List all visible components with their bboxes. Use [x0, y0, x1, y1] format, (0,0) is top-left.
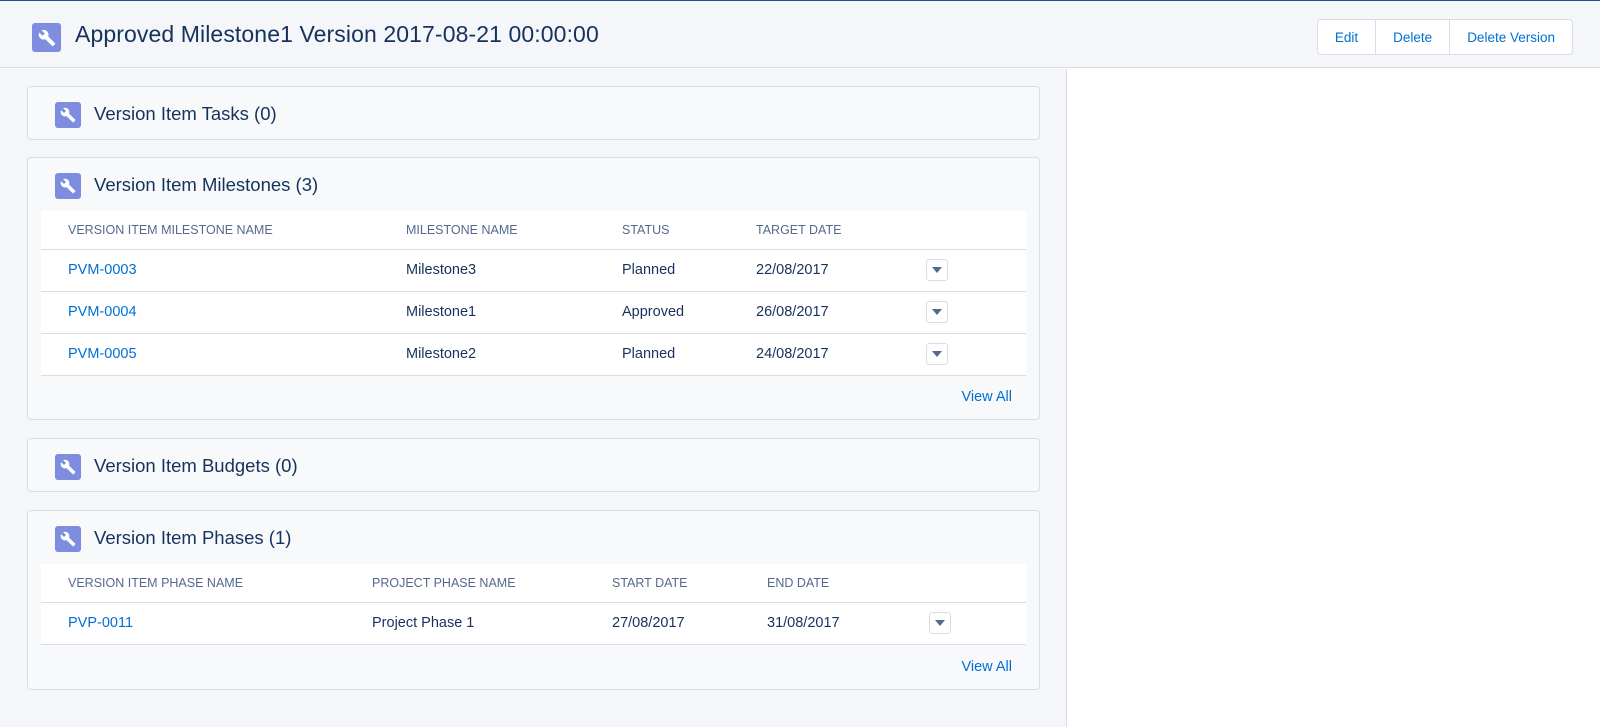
row-actions-dropdown[interactable] — [926, 259, 948, 281]
chevron-down-icon — [932, 267, 942, 273]
record-link[interactable]: PVM-0003 — [68, 262, 137, 278]
table-row: PVP-0011 Project Phase 1 27/08/2017 31/0… — [41, 602, 1026, 645]
wrench-icon — [55, 173, 81, 199]
target-date-cell: 24/08/2017 — [729, 333, 899, 376]
record-link[interactable]: PVM-0005 — [68, 346, 137, 362]
related-lists-column: Version Item Tasks (0) Version Item Mile… — [0, 69, 1067, 727]
end-date-cell: 31/08/2017 — [740, 602, 902, 645]
card-header: Version Item Budgets (0) — [28, 439, 1039, 493]
card-header: Version Item Tasks (0) — [28, 87, 1039, 141]
status-cell: Approved — [595, 291, 729, 334]
column-header-actions — [899, 211, 1026, 250]
wrench-icon — [32, 23, 61, 52]
table-row: PVM-0004 Milestone1 Approved 26/08/2017 — [41, 291, 1026, 334]
column-header: MILESTONE NAME — [379, 211, 595, 250]
card-title[interactable]: Version Item Budgets (0) — [94, 455, 298, 477]
target-date-cell: 22/08/2017 — [729, 249, 899, 292]
milestone-name-cell: Milestone1 — [379, 291, 595, 334]
row-actions-dropdown[interactable] — [926, 343, 948, 365]
row-actions-dropdown[interactable] — [929, 612, 951, 634]
card-header: Version Item Phases (1) — [28, 511, 1039, 565]
record-link[interactable]: PVP-0011 — [68, 615, 133, 631]
column-header: VERSION ITEM PHASE NAME — [41, 564, 345, 603]
wrench-icon — [55, 454, 81, 480]
column-header: PROJECT PHASE NAME — [345, 564, 585, 603]
start-date-cell: 27/08/2017 — [585, 602, 740, 645]
view-all-milestones-link[interactable]: View All — [961, 389, 1012, 405]
edit-button[interactable]: Edit — [1317, 20, 1376, 54]
table-row: PVM-0005 Milestone2 Planned 24/08/2017 — [41, 333, 1026, 376]
project-phase-cell: Project Phase 1 — [345, 602, 585, 645]
milestones-table: VERSION ITEM MILESTONE NAME MILESTONE NA… — [41, 211, 1026, 376]
milestone-name-cell: Milestone2 — [379, 333, 595, 376]
page-header: Approved Milestone1 Version 2017-08-21 0… — [0, 1, 1600, 68]
table-row: PVM-0003 Milestone3 Planned 22/08/2017 — [41, 249, 1026, 292]
right-sidebar — [1068, 69, 1600, 727]
card-header: Version Item Milestones (3) — [28, 158, 1039, 212]
status-cell: Planned — [595, 249, 729, 292]
delete-version-button[interactable]: Delete Version — [1449, 20, 1572, 54]
table-header-row: VERSION ITEM PHASE NAME PROJECT PHASE NA… — [41, 564, 1026, 603]
status-cell: Planned — [595, 333, 729, 376]
table-header-row: VERSION ITEM MILESTONE NAME MILESTONE NA… — [41, 211, 1026, 250]
header-button-group: Edit Delete Delete Version — [1316, 19, 1573, 55]
record-link[interactable]: PVM-0004 — [68, 304, 137, 320]
chevron-down-icon — [932, 351, 942, 357]
version-item-budgets-card: Version Item Budgets (0) — [27, 438, 1040, 492]
milestone-name-cell: Milestone3 — [379, 249, 595, 292]
phases-table: VERSION ITEM PHASE NAME PROJECT PHASE NA… — [41, 564, 1026, 645]
view-all-phases-link[interactable]: View All — [961, 659, 1012, 675]
column-header: START DATE — [585, 564, 740, 603]
version-item-phases-card: Version Item Phases (1) VERSION ITEM PHA… — [27, 510, 1040, 690]
wrench-icon — [55, 102, 81, 128]
card-title[interactable]: Version Item Tasks (0) — [94, 103, 277, 125]
chevron-down-icon — [932, 309, 942, 315]
card-title[interactable]: Version Item Milestones (3) — [94, 174, 318, 196]
chevron-down-icon — [935, 620, 945, 626]
target-date-cell: 26/08/2017 — [729, 291, 899, 334]
row-actions-dropdown[interactable] — [926, 301, 948, 323]
version-item-milestones-card: Version Item Milestones (3) VERSION ITEM… — [27, 157, 1040, 420]
column-header: END DATE — [740, 564, 902, 603]
column-header: VERSION ITEM MILESTONE NAME — [41, 211, 379, 250]
column-header-actions — [902, 564, 1026, 603]
page-title: Approved Milestone1 Version 2017-08-21 0… — [75, 21, 599, 47]
version-item-tasks-card: Version Item Tasks (0) — [27, 86, 1040, 140]
column-header: STATUS — [595, 211, 729, 250]
column-header: TARGET DATE — [729, 211, 899, 250]
wrench-icon — [55, 526, 81, 552]
card-title[interactable]: Version Item Phases (1) — [94, 527, 291, 549]
delete-button[interactable]: Delete — [1375, 20, 1450, 54]
